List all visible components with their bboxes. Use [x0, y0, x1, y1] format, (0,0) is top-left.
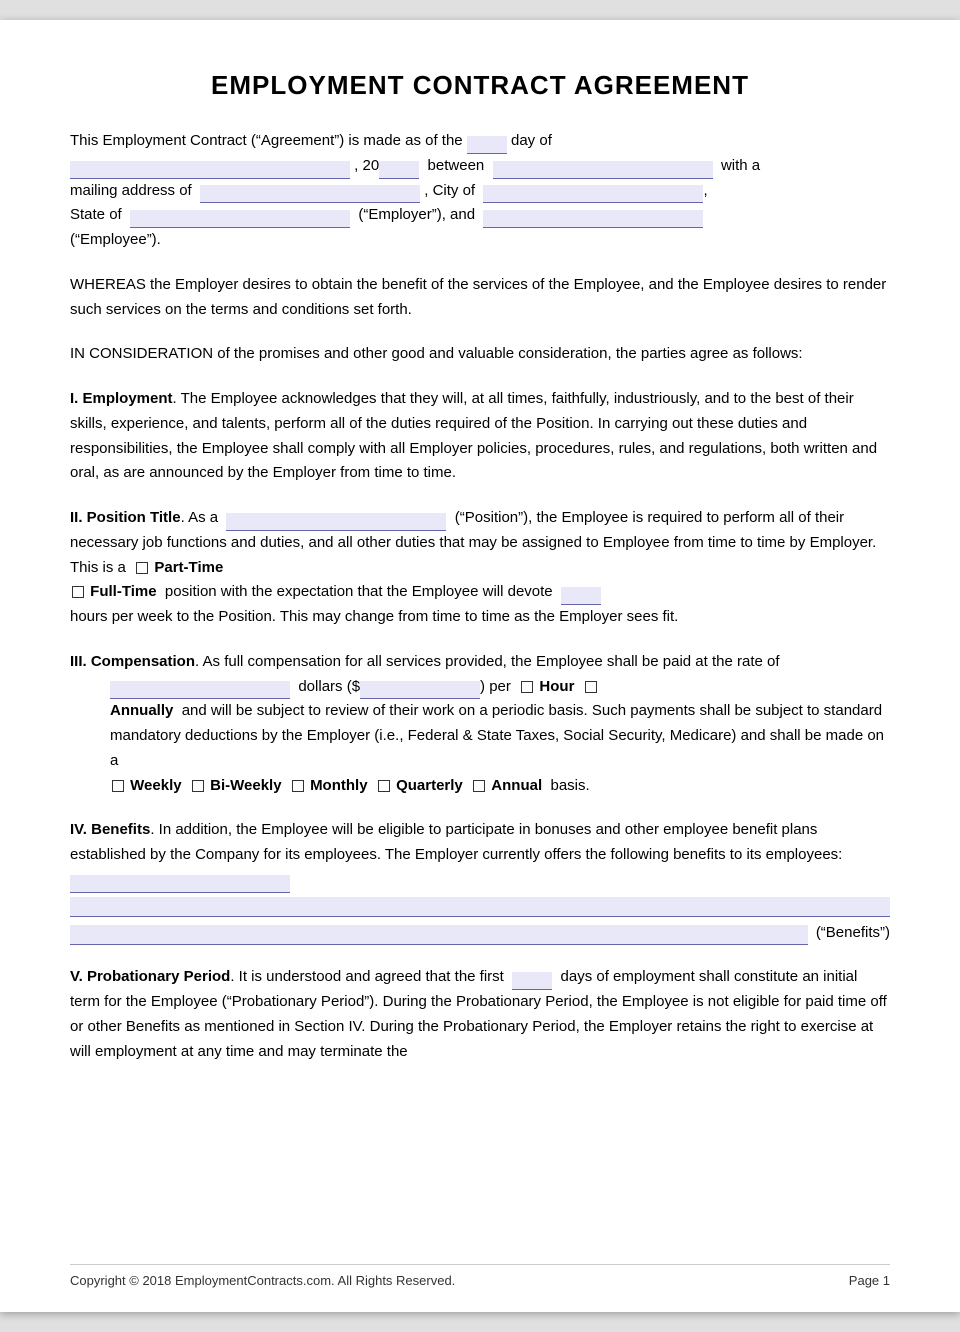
- sec3-per-text: ) per: [480, 678, 511, 695]
- sec2-body4-text: hours per week to the Position. This may…: [70, 608, 678, 625]
- benefits-field-3[interactable]: [70, 925, 808, 945]
- parttime-checkbox[interactable]: [136, 562, 148, 574]
- state-field[interactable]: [130, 210, 350, 228]
- sec3-annually-label: Annually: [110, 702, 173, 719]
- day-field[interactable]: [467, 136, 507, 154]
- sec3-weekly-label: Weekly: [130, 777, 181, 794]
- intro-text-1: This Employment Contract (“Agreement”) i…: [70, 132, 463, 149]
- intro-stateof-text: State of: [70, 206, 122, 223]
- sec3-dollars-text: dollars ($: [298, 678, 360, 695]
- sec3-hour-label: Hour: [539, 678, 574, 695]
- footer-page: Page 1: [849, 1273, 890, 1288]
- probation-days-field[interactable]: [512, 972, 552, 990]
- whereas-text: WHEREAS the Employer desires to obtain t…: [70, 276, 886, 318]
- fulltime-checkbox[interactable]: [72, 586, 84, 598]
- intro-employer-end-text: (“Employer”), and: [358, 206, 475, 223]
- section5-paragraph: V. Probationary Period. It is understood…: [70, 965, 890, 1064]
- date-field[interactable]: [70, 161, 350, 179]
- employee-name-field[interactable]: [483, 210, 703, 228]
- section1-paragraph: I. Employment. The Employee acknowledges…: [70, 387, 890, 486]
- benefits-field-1[interactable]: [70, 875, 290, 893]
- sec1-body-text: . The Employee acknowledges that they wi…: [70, 390, 877, 481]
- monthly-checkbox[interactable]: [292, 780, 304, 792]
- sec2-heading: II. Position Title: [70, 509, 181, 526]
- rate-field[interactable]: [110, 681, 290, 699]
- sec3-monthly-label: Monthly: [310, 777, 368, 794]
- hour-checkbox[interactable]: [521, 681, 533, 693]
- whereas-paragraph: WHEREAS the Employer desires to obtain t…: [70, 273, 890, 323]
- benefits-field-2[interactable]: [70, 897, 890, 917]
- weekly-checkbox[interactable]: [112, 780, 124, 792]
- annually-checkbox[interactable]: [585, 681, 597, 693]
- quarterly-checkbox[interactable]: [378, 780, 390, 792]
- intro-employee-end-text: (“Employee”).: [70, 231, 161, 248]
- intro-paragraph: This Employment Contract (“Agreement”) i…: [70, 129, 890, 253]
- annual-checkbox[interactable]: [473, 780, 485, 792]
- sec5-body-text: . It is understood and agreed that the f…: [230, 968, 504, 985]
- sec2-parttime-label: Part-Time: [154, 559, 223, 576]
- sec3-indent: dollars ($ ) per Hour Annually and will b…: [110, 675, 890, 799]
- sec5-heading: V. Probationary Period: [70, 968, 230, 985]
- city-field[interactable]: [483, 185, 703, 203]
- position-title-field[interactable]: [226, 513, 446, 531]
- consideration-paragraph: IN CONSIDERATION of the promises and oth…: [70, 342, 890, 367]
- hours-field[interactable]: [561, 587, 601, 605]
- mailing-address-field[interactable]: [200, 185, 420, 203]
- sec3-body1-text: . As full compensation for all services …: [195, 653, 780, 670]
- section4-paragraph: IV. Benefits. In addition, the Employee …: [70, 818, 890, 945]
- intro-20-text: , 20: [354, 157, 379, 174]
- intro-mailing-text: mailing address of: [70, 182, 192, 199]
- page-footer: Copyright © 2018 EmploymentContracts.com…: [70, 1264, 890, 1288]
- footer-copyright: Copyright © 2018 EmploymentContracts.com…: [70, 1273, 455, 1288]
- intro-between-text: between: [428, 157, 485, 174]
- sec3-basis-text: basis.: [550, 777, 589, 794]
- benefits-fields-block: (“Benefits”): [70, 897, 890, 946]
- sec3-heading: III. Compensation: [70, 653, 195, 670]
- sec1-heading: I. Employment: [70, 390, 173, 407]
- consideration-text: IN CONSIDERATION of the promises and oth…: [70, 345, 803, 362]
- sec4-heading: IV. Benefits: [70, 821, 150, 838]
- sec4-body1-text: . In addition, the Employee will be elig…: [70, 821, 842, 863]
- intro-cityof-text: , City of: [424, 182, 475, 199]
- party1-field[interactable]: [493, 161, 713, 179]
- sec2-body3-text: position with the expectation that the E…: [165, 583, 553, 600]
- sec3-biweekly-label: Bi-Weekly: [210, 777, 281, 794]
- sec3-quarterly-label: Quarterly: [396, 777, 463, 794]
- section3-paragraph: III. Compensation. As full compensation …: [70, 650, 890, 799]
- sec4-benefits-label: (“Benefits”): [816, 921, 890, 946]
- sec3-body2-text: and will be subject to review of their w…: [110, 702, 884, 769]
- dollars-field[interactable]: [360, 681, 480, 699]
- document-title: EMPLOYMENT CONTRACT AGREEMENT: [70, 70, 890, 101]
- sec2-fulltime-label: Full-Time: [90, 583, 156, 600]
- intro-day-text: day of: [511, 132, 552, 149]
- sec2-body1-text: . As a: [181, 509, 219, 526]
- sec3-annual-label: Annual: [491, 777, 542, 794]
- section2-paragraph: II. Position Title. As a (“Position”), t…: [70, 506, 890, 630]
- intro-witha-text: with a: [721, 157, 760, 174]
- year-field[interactable]: [379, 161, 419, 179]
- biweekly-checkbox[interactable]: [192, 780, 204, 792]
- document-page: EMPLOYMENT CONTRACT AGREEMENT This Emplo…: [0, 20, 960, 1312]
